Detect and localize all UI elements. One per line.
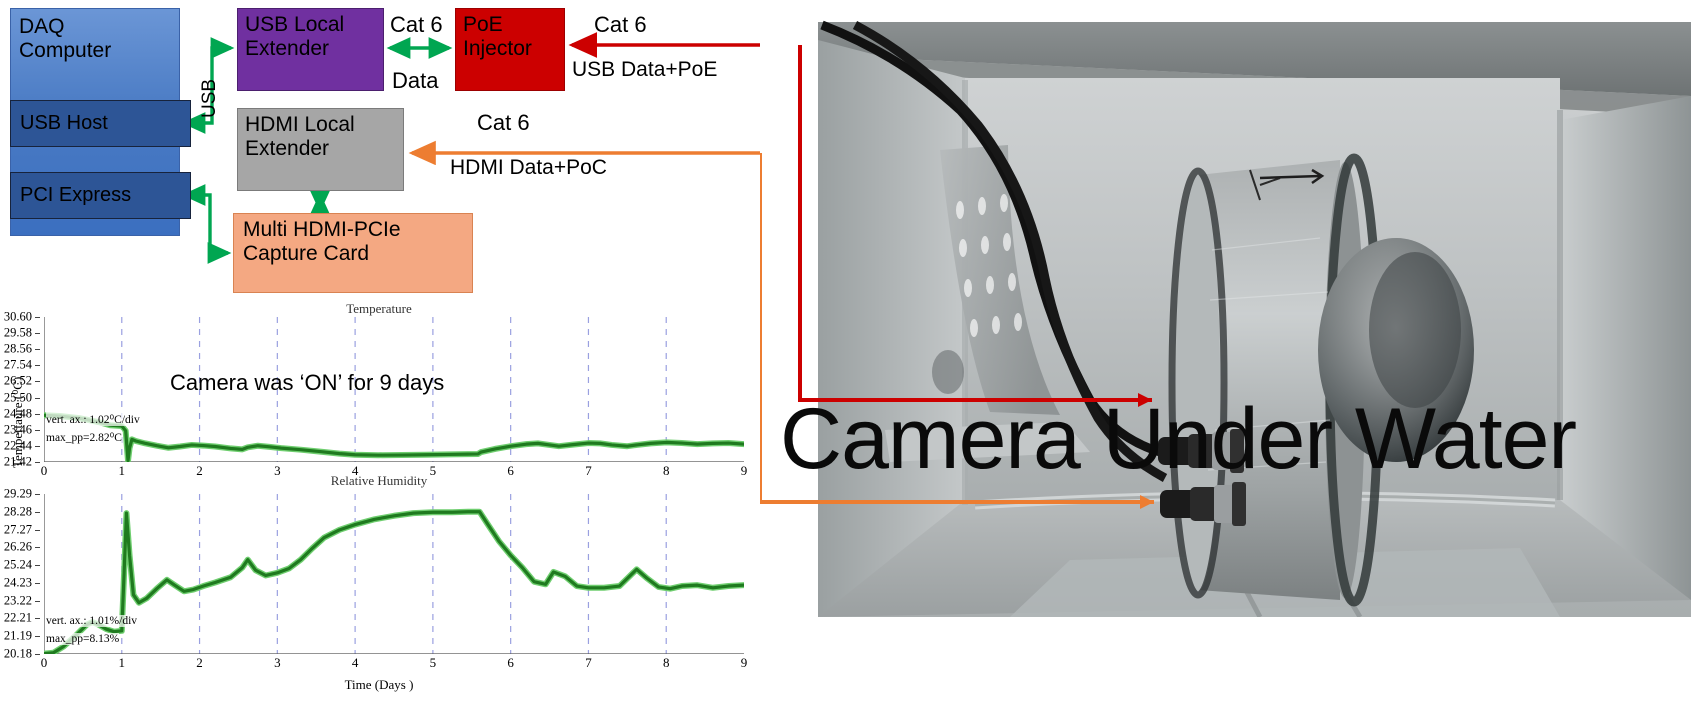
y-tick-mark [35,636,40,638]
x-tick-label: 5 [429,655,437,670]
camera-on-note: Camera was ‘ON’ for 9 days [170,370,445,395]
chart-relative-humidity: Relative Humidity 29.29 28.28 27.27 26.26 25… [0,472,758,724]
block-usb-local-extender[interactable]: USB Local Extender [237,8,384,91]
y-tick-label: 27.27 [3,522,32,537]
x-tick-label: 1 [118,655,126,670]
label-usb-data-poe: USB Data+PoE [572,58,718,81]
photo-caption: Camera Under Water [780,391,1577,487]
chart-annotation-hum-2: max_pp=8.13% [46,633,120,645]
chart-xlabel-time: Time (Days ) [344,677,414,692]
y-tick-mark [35,365,40,367]
y-tick-label: 23.22 [3,593,32,608]
x-tick-label: 6 [507,655,514,670]
chart-annotation-temp-1: vert. ax.: 1.02⁰C/div [46,412,140,426]
y-tick-label: 23.46 [3,422,32,437]
chart-plot-humidity [44,494,744,654]
y-tick-mark [35,349,40,351]
underwater-camera-photo: Camera Under Water [760,0,1691,617]
y-tick-mark [35,445,40,447]
chart-yticks-temperature: 30.60 29.58 28.56 27.54 26.52 25.50 24.48 23.46… [0,300,44,480]
chart-yticks-humidity: 29.29 28.28 27.27 26.26 25.24 24.23 23.22 22.21… [0,484,44,664]
y-tick-mark [35,654,40,655]
y-tick-label: 26.52 [3,373,32,388]
y-tick-mark [35,529,40,531]
block-pci-express[interactable]: PCI Express [10,172,191,219]
chart-annotation-hum-1: vert. ax.: 1.01%/div [46,615,138,627]
y-tick-label: 22.44 [3,438,32,453]
y-tick-mark [35,381,40,383]
y-tick-label: 22.21 [3,610,32,625]
y-tick-label: 25.50 [3,390,32,405]
y-tick-mark [35,565,40,567]
system-block-diagram: DAQ Computer USB Host PCI Express USB Lo… [0,0,760,300]
y-tick-label: 30.60 [3,309,32,324]
y-tick-mark [35,333,40,335]
x-tick-label: 3 [274,655,281,670]
y-tick-mark [35,462,40,463]
poe-line1: PoE [463,13,503,36]
y-tick-label: 24.48 [3,406,32,421]
hdmi-local-line1: HDMI Local [245,113,355,136]
label-hdmi-data-poc: HDMI Data+PoC [450,156,607,179]
y-tick-mark [35,618,40,620]
y-tick-label: 21.19 [3,628,32,643]
usb-local-line1: USB Local [245,13,345,36]
block-poe-injector[interactable]: PoE Injector [455,8,565,91]
y-tick-label: 25.24 [3,557,32,572]
plot-area [44,494,744,654]
x-tick-label: 7 [585,655,592,670]
y-tick-mark [35,413,40,415]
y-tick-mark [35,317,40,318]
y-tick-label: 28.56 [3,341,32,356]
daq-line1: DAQ [19,15,65,38]
x-tick-label: 0 [40,655,48,670]
sensor-charts: Temperature Tempertaure (⁰C) 30.60 29.58 2… [0,300,758,724]
y-tick-mark [35,600,40,602]
chart-xticks-humidity: 0 1 2 3 4 5 6 7 8 9 [40,655,748,675]
chart-temperature: Temperature Tempertaure (⁰C) 30.60 29.58 2… [0,300,758,480]
label-cat6-poe-in: Cat 6 [594,12,647,37]
x-tick-label: 4 [351,655,359,670]
y-tick-label: 20.18 [3,646,32,661]
y-tick-label: 24.23 [3,575,32,590]
y-tick-label: 29.29 [3,486,32,501]
y-tick-mark [35,547,40,549]
chart-annotation-temp-2: max_pp=2.82⁰C [46,430,122,444]
usb-host-label: USB Host [20,112,108,134]
y-tick-label: 29.58 [3,325,32,340]
usb-local-line2: Extender [245,36,330,60]
capture-line1: Multi HDMI-PCIe [243,218,401,241]
y-tick-mark [35,429,40,431]
photo-image [760,0,1691,617]
x-tick-label: 8 [662,655,670,670]
chart-title-temperature: Temperature [346,301,412,316]
x-tick-label: 2 [196,655,203,670]
y-tick-label: 21.42 [3,454,32,469]
pci-express-label: PCI Express [20,184,132,206]
label-cat6-usb-link: Cat 6 [390,12,443,37]
y-tick-label: 28.28 [3,504,32,519]
label-cat6-hdmi: Cat 6 [477,110,530,135]
chart-title-humidity: Relative Humidity [330,473,428,488]
y-tick-mark [35,511,40,513]
y-tick-label: 26.26 [3,539,32,554]
y-tick-mark [35,397,40,399]
block-capture-card[interactable]: Multi HDMI-PCIe Capture Card [233,213,473,293]
x-tick-label: 9 [740,655,748,670]
capture-line2: Capture Card [243,241,370,265]
y-tick-mark [35,582,40,584]
label-usb: USB [199,78,220,118]
poe-line2: Injector [463,36,532,60]
block-usb-host[interactable]: USB Host [10,100,191,147]
y-tick-label: 27.54 [3,357,32,372]
daq-line2: Computer [19,38,112,62]
hdmi-local-line2: Extender [245,136,330,160]
block-hdmi-local-extender[interactable]: HDMI Local Extender [237,108,404,191]
label-data: Data [392,68,439,93]
y-tick-mark [35,494,40,495]
